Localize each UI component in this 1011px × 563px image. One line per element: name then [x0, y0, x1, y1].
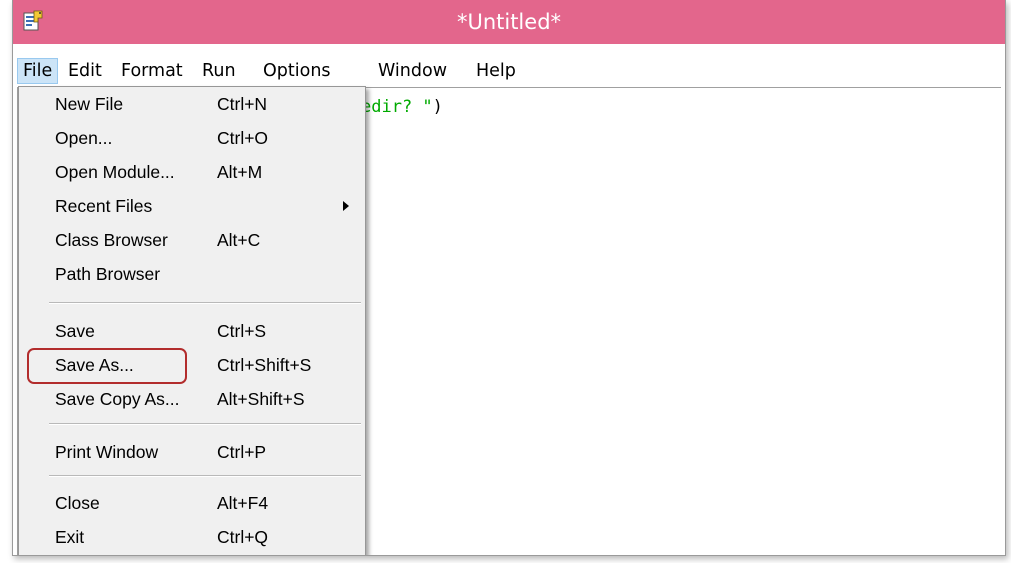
code-line: edir? ") — [361, 97, 443, 117]
menu-item-shortcut: Ctrl+P — [217, 442, 267, 462]
menu-item-label: Open... — [55, 128, 113, 148]
menu-item-label: Path Browser — [55, 264, 161, 284]
menu-item-shortcut: Ctrl+Q — [217, 527, 269, 547]
menu-item-recent-files[interactable]: Recent Files — [19, 189, 365, 223]
menu-item-shortcut: Ctrl+O — [217, 128, 269, 148]
menu-item-shortcut: Ctrl+Shift+S — [217, 355, 312, 375]
window-title: *Untitled* — [456, 10, 562, 34]
code-string: edir? " — [361, 97, 433, 117]
menu-item-label: Close — [55, 493, 100, 513]
menu-item-shortcut: Alt+C — [217, 230, 261, 250]
menu-item-label: Save — [55, 321, 95, 341]
menu-item-shortcut: Ctrl+N — [217, 94, 268, 114]
title-bar[interactable]: *Untitled* — [13, 0, 1005, 44]
menu-edit[interactable]: Edit — [68, 58, 102, 84]
menu-item-save-as[interactable]: Save As... Ctrl+Shift+S — [19, 348, 365, 382]
menu-item-label: Save Copy As... — [55, 389, 180, 409]
menu-item-print-window[interactable]: Print Window Ctrl+P — [19, 435, 365, 469]
menu-item-exit[interactable]: Exit Ctrl+Q — [19, 520, 365, 554]
menu-format[interactable]: Format — [121, 58, 183, 84]
menu-separator — [49, 475, 361, 477]
menu-item-label: Exit — [55, 527, 85, 547]
menu-separator — [49, 423, 361, 425]
menu-run[interactable]: Run — [202, 58, 236, 84]
menu-help[interactable]: Help — [476, 58, 516, 84]
menu-item-path-browser[interactable]: Path Browser — [19, 257, 365, 291]
menu-item-save-copy-as[interactable]: Save Copy As... Alt+Shift+S — [19, 382, 365, 416]
menu-item-class-browser[interactable]: Class Browser Alt+C — [19, 223, 365, 257]
menu-bar: File Edit Format Run Options Window Help — [13, 56, 1005, 86]
menu-separator — [49, 302, 361, 304]
menu-item-label: Class Browser — [55, 230, 168, 250]
menu-item-open-module[interactable]: Open Module... Alt+M — [19, 155, 365, 189]
menu-item-save[interactable]: Save Ctrl+S — [19, 314, 365, 348]
menu-item-label: Save As... — [55, 355, 134, 375]
menu-item-shortcut: Alt+F4 — [217, 493, 269, 513]
menu-item-close[interactable]: Close Alt+F4 — [19, 486, 365, 520]
submenu-arrow-icon — [343, 201, 349, 211]
menu-item-label: Open Module... — [55, 162, 175, 182]
menu-item-open[interactable]: Open... Ctrl+O — [19, 121, 365, 155]
menu-item-label: Print Window — [55, 442, 159, 462]
menu-item-shortcut: Alt+M — [217, 162, 263, 182]
menu-file[interactable]: File — [17, 58, 59, 84]
menu-options[interactable]: Options — [263, 58, 331, 84]
menu-item-new-file[interactable]: New File Ctrl+N — [19, 87, 365, 121]
menu-item-label: Recent Files — [55, 196, 153, 216]
menu-window[interactable]: Window — [378, 58, 447, 84]
menu-item-shortcut: Alt+Shift+S — [217, 389, 305, 409]
menu-item-label: New File — [55, 94, 124, 114]
idle-editor-window: *Untitled* File Edit Format Run Options … — [12, 0, 1006, 556]
file-menu-dropdown: New File Ctrl+N Open... Ctrl+O Open Modu… — [18, 86, 366, 555]
menu-item-shortcut: Ctrl+S — [217, 321, 267, 341]
